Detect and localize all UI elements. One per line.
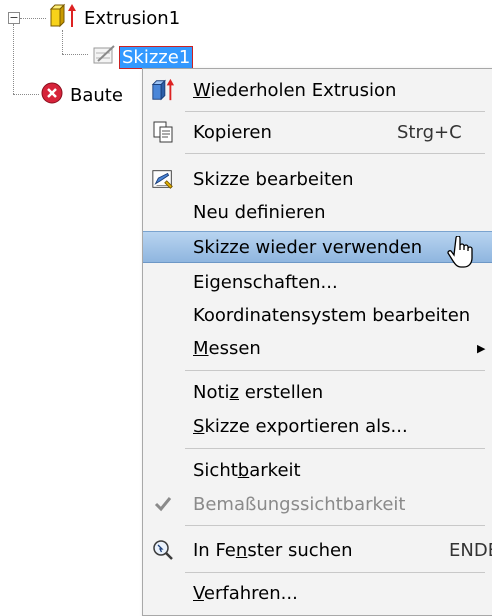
tree-connector: [62, 30, 63, 54]
menu-item-dimension-visibility[interactable]: Bemaßungssichtbarkeit: [143, 489, 492, 519]
tree-connector: [13, 24, 14, 94]
menu-item-label: Koordinatensystem bearbeiten: [193, 304, 471, 326]
menu-item-repeat-extrusion[interactable]: Wiederholen Extrusion: [143, 75, 492, 105]
copy-icon: [151, 120, 175, 144]
context-menu: Wiederholen Extrusion Kopieren Strg+C Sk…: [142, 68, 492, 616]
tree-item-sketch[interactable]: Skizze1: [92, 44, 194, 71]
tree-connector: [20, 18, 46, 19]
check-icon: [151, 492, 175, 516]
menu-item-label: Wiederholen Extrusion: [193, 79, 397, 101]
menu-item-edit-sketch[interactable]: Skizze bearbeiten: [143, 164, 492, 194]
error-icon: [40, 81, 64, 110]
menu-item-label: Skizze wieder verwenden: [193, 236, 423, 258]
menu-item-label: Verfahren...: [193, 582, 298, 604]
tree-connector: [13, 94, 39, 95]
menu-item-label: Kopieren: [193, 121, 272, 143]
menu-item-visibility[interactable]: Sichtbarkeit: [143, 455, 492, 485]
edit-sketch-icon: [151, 167, 175, 191]
menu-item-reuse-sketch[interactable]: Skizze wieder verwenden: [143, 231, 492, 268]
menu-separator: [185, 370, 485, 371]
menu-separator: [185, 111, 485, 112]
tree-item-label: Extrusion1: [84, 7, 181, 29]
collapse-toggle[interactable]: −: [8, 12, 20, 24]
menu-item-label: Notiz erstellen: [193, 381, 324, 403]
menu-item-export-sketch[interactable]: Skizze exportieren als...: [143, 411, 492, 441]
find-in-window-icon: [151, 538, 175, 562]
tree-item-label: Baute: [70, 84, 123, 106]
menu-shortcut: ENDE: [449, 539, 492, 561]
tree-connector: [62, 54, 88, 55]
menu-item-copy[interactable]: Kopieren Strg+C: [143, 117, 492, 147]
menu-separator: [185, 448, 485, 449]
menu-item-edit-coordinate-system[interactable]: Koordinatensystem bearbeiten: [143, 300, 492, 330]
menu-item-redefine[interactable]: Neu definieren: [143, 197, 492, 227]
menu-item-label: Eigenschaften...: [193, 271, 338, 293]
menu-separator: [185, 153, 485, 154]
menu-item-procedure[interactable]: Verfahren...: [143, 578, 492, 608]
tree-item-extrusion[interactable]: Extrusion1: [48, 3, 181, 34]
menu-separator: [185, 572, 485, 573]
menu-item-label: Skizze exportieren als...: [193, 415, 408, 437]
menu-item-create-note[interactable]: Notiz erstellen: [143, 377, 492, 407]
extrude-icon: [48, 3, 78, 34]
menu-item-label: Sichtbarkeit: [193, 459, 301, 481]
menu-separator: [185, 525, 485, 526]
menu-item-label: Neu definieren: [193, 201, 326, 223]
menu-item-label: In Fenster suchen: [193, 539, 353, 561]
tree-item-bauteil[interactable]: Baute: [40, 82, 123, 108]
sketch-icon: [92, 44, 118, 71]
menu-item-find-in-window[interactable]: In Fenster suchen ENDE: [143, 535, 492, 565]
menu-item-label: Messen: [193, 337, 261, 359]
menu-item-label: Bemaßungssichtbarkeit: [193, 493, 406, 515]
tree-item-label: Skizze1: [118, 45, 194, 69]
menu-item-label: Skizze bearbeiten: [193, 168, 354, 190]
menu-shortcut: Strg+C: [397, 121, 462, 143]
submenu-arrow-icon: ▶: [477, 341, 486, 355]
extrude-icon: [151, 78, 175, 102]
menu-item-measure[interactable]: Messen ▶: [143, 333, 492, 363]
menu-item-properties[interactable]: Eigenschaften...: [143, 267, 492, 297]
